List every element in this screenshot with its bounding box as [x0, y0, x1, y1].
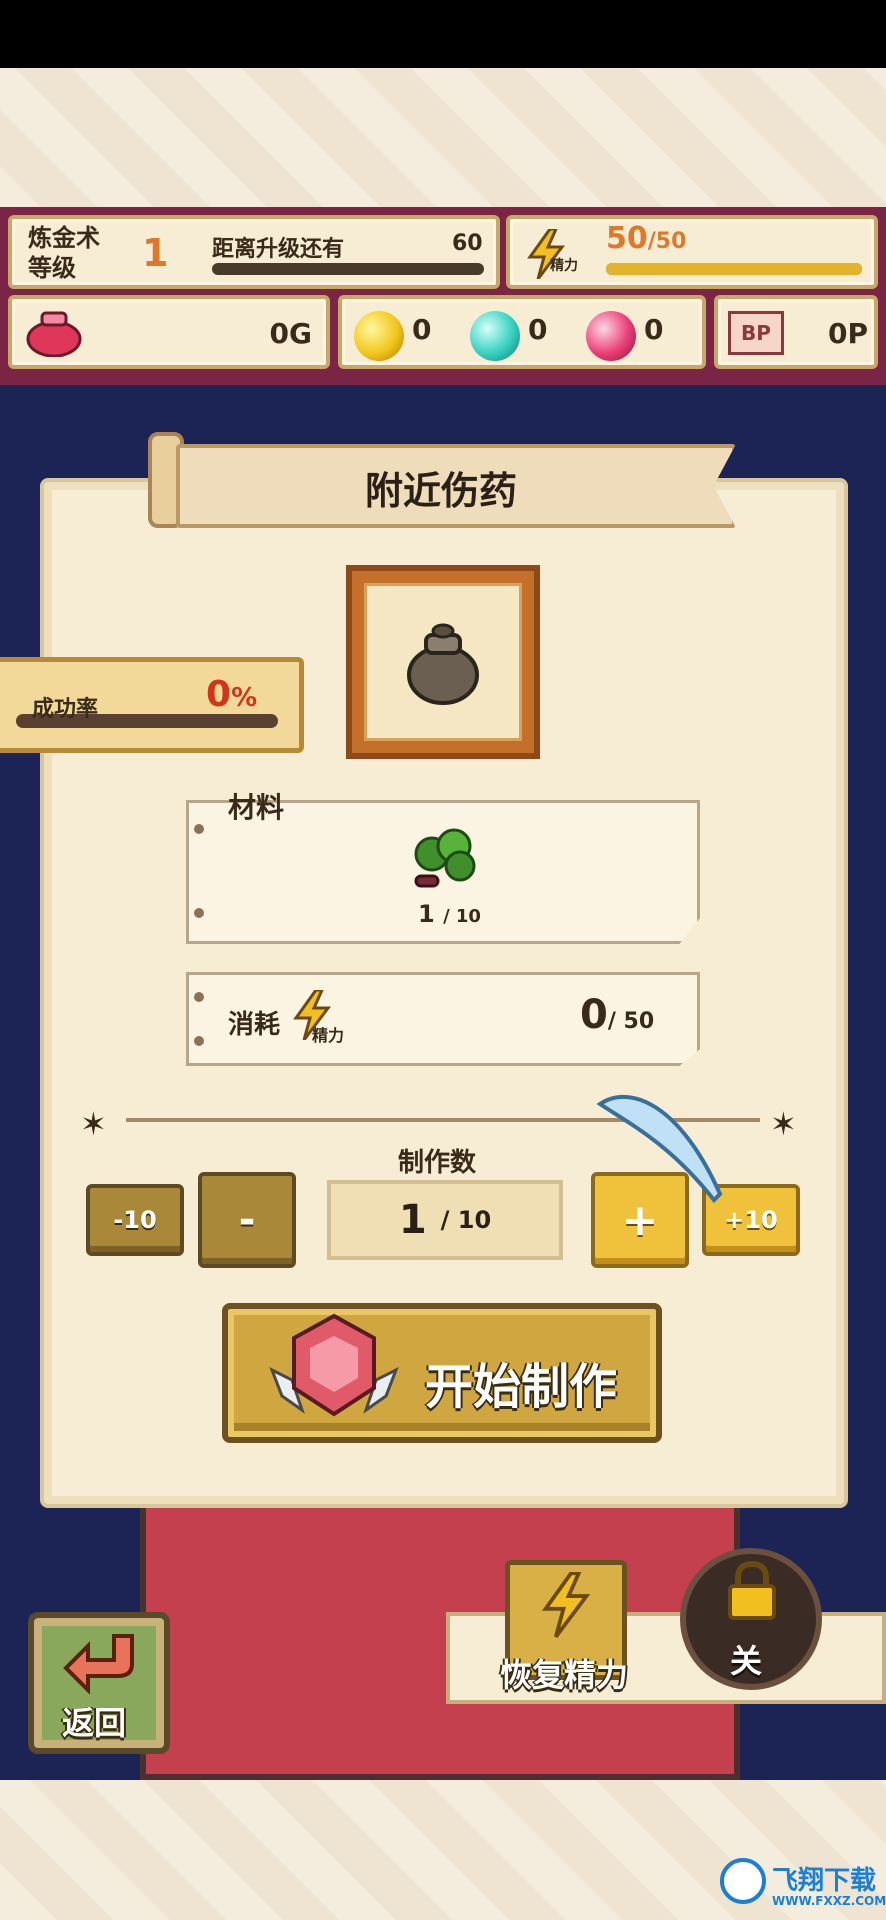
consume-value: 0/ 50: [580, 992, 655, 1038]
cyan-gem-icon: [470, 311, 520, 361]
purse-icon: [26, 311, 82, 357]
gold-panel: 0G: [8, 295, 330, 369]
pink-gem-count: 0: [644, 313, 664, 346]
energy-label: 精力: [550, 258, 578, 274]
star-divider-icon: ✶: [80, 1105, 107, 1143]
exp-bar: [212, 263, 484, 275]
next-level-value: 60: [452, 231, 483, 256]
craft-count-label: 制作数: [398, 1148, 477, 1178]
restore-energy-label: 恢复精力: [500, 1656, 629, 1694]
herb-icon[interactable]: [408, 826, 482, 896]
energy-panel: 精力 50/50: [506, 215, 878, 289]
materials-label: 材料: [228, 791, 285, 824]
pink-gem-icon: [586, 311, 636, 361]
close-label: 关: [730, 1642, 763, 1680]
lock-icon: [728, 1560, 776, 1620]
bp-panel: BP 0P: [714, 295, 878, 369]
watermark-logo-icon: [720, 1858, 766, 1904]
craft-count-display: 1 / 10: [327, 1180, 563, 1260]
recipe-title: 附近伤药: [364, 469, 517, 513]
lightning-icon: [541, 1572, 591, 1638]
ruby-emblem-icon: [269, 1313, 399, 1417]
gold-value: 0G: [269, 317, 312, 350]
success-rate-value: 0%: [206, 674, 258, 715]
material-count: 1 / 10: [418, 900, 481, 928]
start-crafting-label: 开始制作: [425, 1359, 618, 1415]
nail-icon: [194, 908, 204, 918]
minus-button[interactable]: -: [198, 1172, 296, 1268]
back-arrow-icon: [63, 1634, 134, 1694]
quill-feather-icon: [596, 1094, 723, 1204]
top-hud: 炼金术 等级 1 距离升级还有 60 精力 50/50 0G 0 0 0 BP …: [0, 207, 886, 385]
bp-icon: BP: [728, 311, 784, 355]
nail-icon: [194, 824, 204, 834]
alchemy-level-value: 1: [142, 231, 169, 275]
gems-panel: 0 0 0: [338, 295, 706, 369]
star-divider-icon: ✶: [770, 1105, 797, 1143]
yellow-gem-icon: [354, 311, 404, 361]
level-label: 等级: [28, 254, 76, 282]
alchemy-label: 炼金术: [28, 224, 100, 252]
minus-ten-button[interactable]: -10: [86, 1184, 184, 1256]
consume-label: 消耗: [228, 1010, 281, 1040]
energy-value: 50: [606, 221, 648, 256]
alchemy-level-panel: 炼金术 等级 1 距离升级还有 60: [8, 215, 500, 289]
yellow-gem-count: 0: [412, 313, 432, 346]
bp-value: 0P: [827, 317, 868, 350]
consume-energy-label: 精力: [312, 1026, 345, 1045]
next-level-label: 距离升级还有: [212, 237, 345, 262]
status-bar: [0, 0, 886, 68]
nail-icon: [194, 992, 204, 1002]
success-rate-label: 成功率: [32, 697, 99, 722]
watermark-url: WWW.FXXZ.COM: [772, 1894, 886, 1908]
pot-icon: [407, 623, 479, 705]
cyan-gem-count: 0: [528, 313, 548, 346]
nail-icon: [194, 1036, 204, 1046]
watermark-name: 飞翔下载: [772, 1866, 877, 1896]
back-label: 返回: [62, 1704, 127, 1742]
item-frame: [346, 565, 540, 759]
energy-bar-fill: [606, 263, 862, 275]
energy-max: /50: [647, 229, 687, 254]
